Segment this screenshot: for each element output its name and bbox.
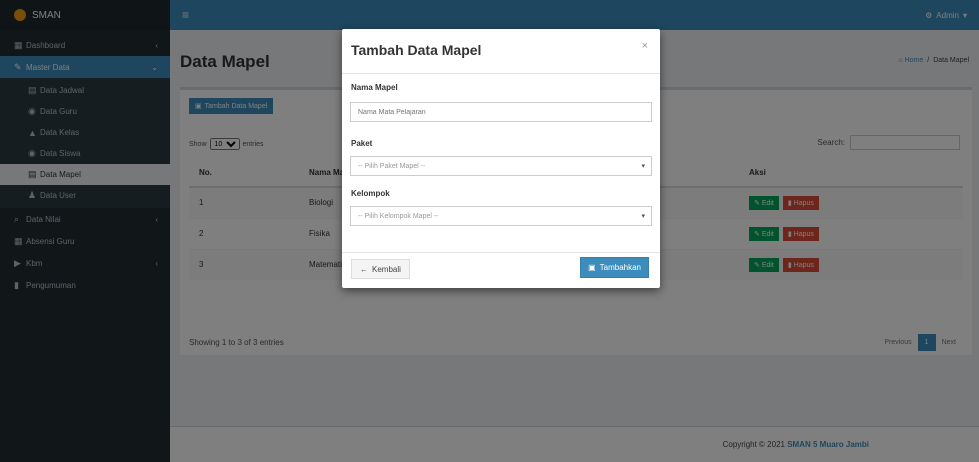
kelompok-label: Kelompok [351,189,390,198]
back-label: Kembali [372,264,401,274]
arrow-left-icon: ← [360,264,368,274]
paket-select-value: -- Pilih Paket Mapel -- [358,162,426,170]
add-mapel-modal: Tambah Data Mapel × Nama Mapel Paket -- … [342,29,660,288]
submit-button[interactable]: ▣ Tambahkan [580,257,649,278]
modal-header-divider [342,73,660,74]
save-icon: ▣ [588,263,596,272]
submit-label: Tambahkan [599,263,641,272]
nama-mapel-input[interactable] [350,102,652,122]
kelompok-select[interactable]: -- Pilih Kelompok Mapel -- ▾ [350,206,652,226]
close-icon[interactable]: × [642,40,648,52]
back-button[interactable]: ← Kembali [351,259,410,279]
kelompok-select-value: -- Pilih Kelompok Mapel -- [358,212,439,220]
modal-footer-divider [342,252,660,253]
paket-label: Paket [351,139,373,148]
chevron-down-icon: ▾ [641,213,645,220]
paket-select[interactable]: -- Pilih Paket Mapel -- ▾ [350,156,652,176]
chevron-down-icon: ▾ [641,163,645,170]
modal-title: Tambah Data Mapel [351,42,482,58]
nama-mapel-label: Nama Mapel [351,83,398,92]
